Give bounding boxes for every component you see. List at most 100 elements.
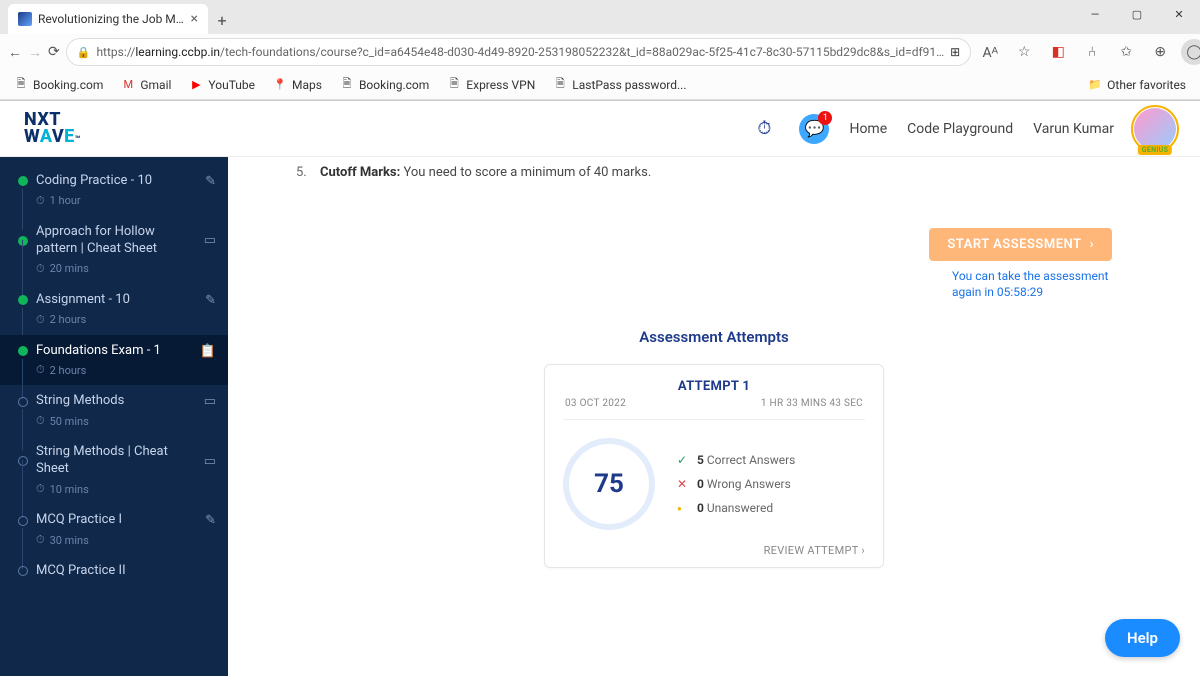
status-done-icon — [18, 346, 28, 356]
main-content: 5. Cutoff Marks: You need to score a min… — [228, 157, 1200, 676]
close-icon[interactable]: × — [191, 11, 198, 27]
tab-title: Revolutionizing the Job Market | — [38, 12, 185, 26]
chevron-right-icon: › — [1090, 237, 1094, 252]
nav-home[interactable]: Home — [849, 121, 887, 137]
bookmarks-bar: 🗎Booking.com MGmail ▶YouTube 📍Maps 🗎Book… — [0, 70, 1200, 100]
header-right: ⏱ 💬1 Home Code Playground Varun Kumar GE… — [749, 108, 1176, 150]
reading-list-icon[interactable]: ⊞ — [950, 45, 960, 59]
new-tab-button[interactable]: + — [208, 6, 236, 34]
app-header: NXT WAVE™ ⏱ 💬1 Home Code Playground Varu… — [0, 101, 1200, 157]
read-aloud-icon[interactable]: Aᴬ — [977, 39, 1003, 65]
sidebar-item-coding-practice-10[interactable]: Coding Practice - 10✎ ⏱1 hour — [0, 165, 228, 216]
answer-breakdown: ✓5 Correct Answers ✕0 Wrong Answers ●0 U… — [677, 453, 795, 515]
start-assessment-button[interactable]: START ASSESSMENT› — [929, 228, 1112, 261]
refresh-button[interactable]: ⟳ — [48, 38, 60, 66]
sidebar-item-string-methods-cheatsheet[interactable]: String Methods | Cheat Sheet▭ ⏱10 mins — [0, 436, 228, 504]
status-pending-icon — [18, 456, 28, 466]
maps-icon: 📍 — [273, 78, 287, 92]
attempt-meta: 03 OCT 2022 1 HR 33 MINS 43 SEC — [563, 394, 865, 420]
review-attempt-link[interactable]: REVIEW ATTEMPT › — [563, 536, 865, 557]
status-pending-icon — [18, 516, 28, 526]
gmail-icon: M — [121, 78, 135, 92]
start-assessment-block: START ASSESSMENT› You can take the asses… — [256, 228, 1112, 300]
bookmark-booking[interactable]: 🗎Booking.com — [14, 78, 103, 92]
avatar[interactable]: GENIUS — [1134, 108, 1176, 150]
pencil-icon: ✎ — [205, 513, 216, 528]
username-label[interactable]: Varun Kumar — [1033, 121, 1114, 137]
back-button[interactable]: ← — [8, 38, 22, 66]
page-icon: 🗎 — [14, 78, 28, 92]
sidebar-item-mcq-practice-2[interactable]: MCQ Practice II — [0, 555, 228, 588]
bookmark-maps[interactable]: 📍Maps — [273, 78, 322, 92]
retake-note: You can take the assessment again in 05:… — [952, 269, 1112, 300]
clock-icon: ⏱ — [36, 482, 45, 496]
extension-shield-icon[interactable]: ◧ — [1045, 39, 1071, 65]
clock-icon: ⏱ — [36, 194, 45, 208]
extensions-icon[interactable]: ⑃ — [1079, 39, 1105, 65]
sidebar-item-assignment-10[interactable]: Assignment - 10✎ ⏱2 hours — [0, 284, 228, 335]
status-pending-icon — [18, 397, 28, 407]
status-done-icon — [18, 176, 28, 186]
attempt-date: 03 OCT 2022 — [565, 398, 626, 409]
bookmark-expressvpn[interactable]: 🗎Express VPN — [447, 78, 535, 92]
bookmark-booking2[interactable]: 🗎Booking.com — [340, 78, 429, 92]
toolbar-icons: Aᴬ ☆ ◧ ⑃ ✩ ⊕ ◯ ⋯ — [977, 39, 1200, 65]
folder-icon: 📁 — [1088, 78, 1102, 92]
attempt-card: ATTEMPT 1 03 OCT 2022 1 HR 33 MINS 43 SE… — [544, 364, 884, 568]
clock-icon: ⏱ — [36, 363, 45, 377]
maximize-button[interactable]: ▢ — [1116, 0, 1158, 28]
sidebar-item-mcq-practice-1[interactable]: MCQ Practice I✎ ⏱30 mins — [0, 504, 228, 555]
browser-tab[interactable]: Revolutionizing the Job Market | × — [8, 4, 208, 34]
nav-code-playground[interactable]: Code Playground — [907, 121, 1013, 137]
browser-chrome: Revolutionizing the Job Market | × + — ▢… — [0, 0, 1200, 101]
genius-badge: GENIUS — [1138, 145, 1172, 155]
clock-icon: ⏱ — [36, 313, 45, 327]
tab-favicon — [18, 12, 32, 26]
course-sidebar[interactable]: Coding Practice - 10✎ ⏱1 hour Approach f… — [0, 157, 228, 676]
book-icon: ▭ — [204, 233, 216, 248]
attempts-heading: Assessment Attempts — [256, 328, 1172, 346]
page-icon: 🗎 — [553, 78, 567, 92]
address-bar: ← → ⟳ 🔒 https://learning.ccbp.in/tech-fo… — [0, 34, 1200, 70]
page-icon: 🗎 — [447, 78, 461, 92]
tab-bar: Revolutionizing the Job Market | × + — ▢… — [0, 0, 1200, 34]
check-icon: ✓ — [677, 453, 689, 467]
score-ring: 75 — [563, 438, 655, 530]
youtube-icon: ▶ — [189, 78, 203, 92]
sidebar-item-hollow-pattern[interactable]: Approach for Hollow pattern | Cheat Shee… — [0, 216, 228, 284]
sidebar-item-string-methods[interactable]: String Methods▭ ⏱50 mins — [0, 385, 228, 436]
status-done-icon — [18, 295, 28, 305]
close-window-button[interactable]: ✕ — [1158, 0, 1200, 28]
notification-badge: 1 — [818, 111, 832, 125]
nxtwave-logo[interactable]: NXT WAVE™ — [24, 112, 81, 144]
clipboard-icon: 📋 — [200, 344, 216, 359]
attempt-title: ATTEMPT 1 — [563, 379, 865, 394]
pencil-icon: ✎ — [205, 293, 216, 308]
browser-profile-icon[interactable]: ◯ — [1181, 39, 1200, 65]
forward-button[interactable]: → — [28, 38, 42, 66]
pencil-icon: ✎ — [205, 174, 216, 189]
bookmark-youtube[interactable]: ▶YouTube — [189, 78, 255, 92]
window-controls: — ▢ ✕ — [1074, 0, 1200, 28]
attempt-duration: 1 HR 33 MINS 43 SEC — [761, 398, 863, 409]
lock-icon: 🔒 — [77, 46, 91, 59]
collections-icon[interactable]: ⊕ — [1147, 39, 1173, 65]
bookmark-gmail[interactable]: MGmail — [121, 78, 171, 92]
page-icon: 🗎 — [340, 78, 354, 92]
dot-icon: ● — [677, 504, 689, 513]
bookmark-lastpass[interactable]: 🗎LastPass password... — [553, 78, 686, 92]
chat-icon[interactable]: 💬1 — [799, 114, 829, 144]
favorites-bar-icon[interactable]: ✩ — [1113, 39, 1139, 65]
clock-icon: ⏱ — [36, 533, 45, 547]
cross-icon: ✕ — [677, 477, 689, 491]
minimize-button[interactable]: — — [1074, 0, 1116, 28]
score-value: 75 — [594, 469, 624, 499]
status-pending-icon — [18, 566, 28, 576]
other-favorites[interactable]: 📁Other favorites — [1088, 78, 1186, 92]
favorites-icon[interactable]: ☆ — [1011, 39, 1037, 65]
stopwatch-icon[interactable]: ⏱ — [749, 114, 779, 144]
sidebar-item-foundations-exam-1[interactable]: Foundations Exam - 1📋 ⏱2 hours — [0, 335, 228, 386]
url-input[interactable]: 🔒 https://learning.ccbp.in/tech-foundati… — [66, 38, 971, 66]
book-icon: ▭ — [204, 394, 216, 409]
help-button[interactable]: Help — [1105, 619, 1180, 657]
